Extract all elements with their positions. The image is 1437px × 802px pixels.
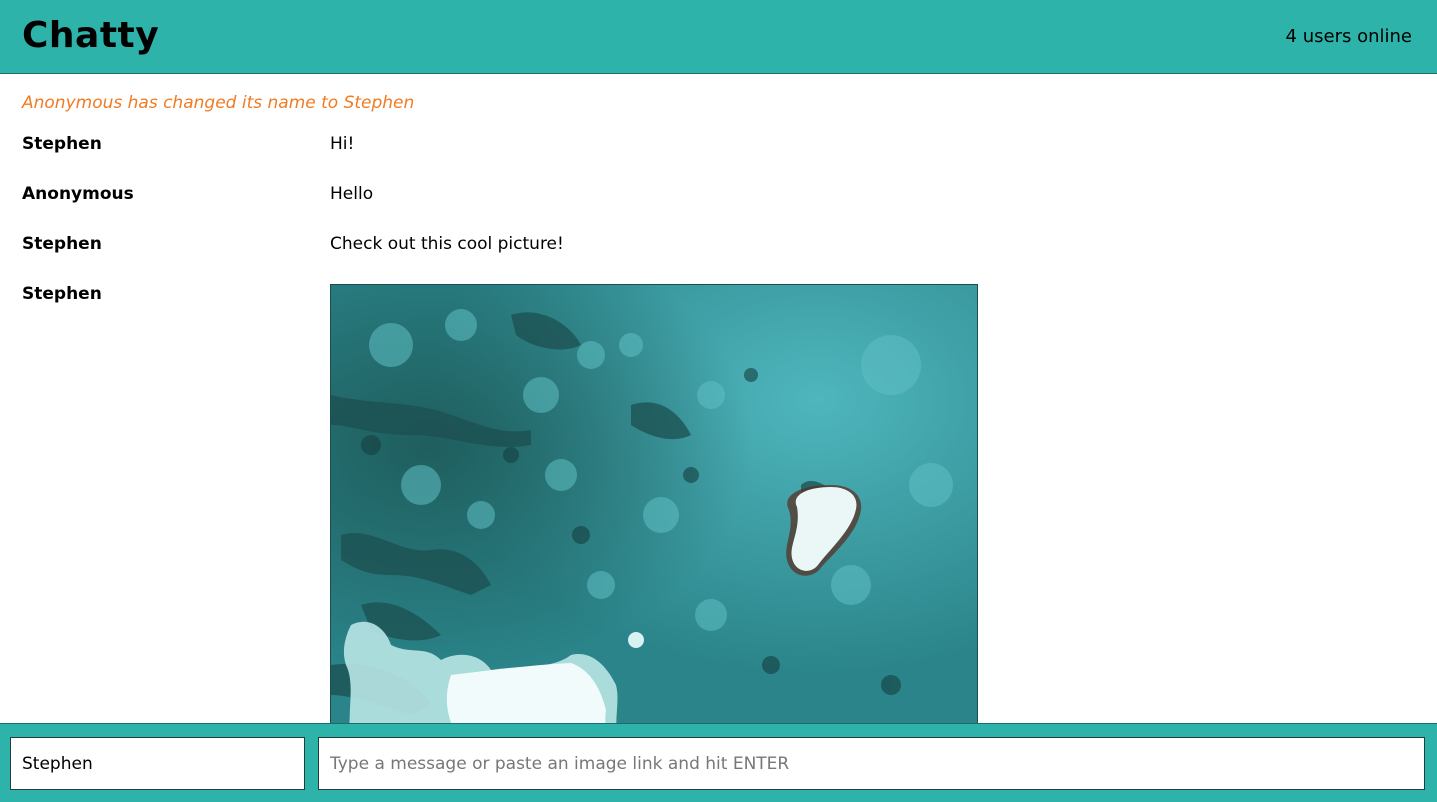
message-username: Stephen <box>22 134 102 154</box>
satellite-sea-ice-image <box>331 285 977 723</box>
message-input[interactable] <box>318 737 1425 790</box>
message-list[interactable]: Anonymous has changed its name to Stephe… <box>0 75 1437 723</box>
message-username: Stephen <box>22 234 102 254</box>
message-username: Anonymous <box>22 184 134 204</box>
chat-bar <box>0 723 1437 802</box>
brand-logo[interactable]: Chatty <box>22 12 159 60</box>
system-notification: Anonymous has changed its name to Stephe… <box>22 93 415 113</box>
message-image[interactable] <box>330 284 978 723</box>
message-content: Hello <box>330 184 374 204</box>
message-content: Hi! <box>330 134 355 154</box>
message-username: Stephen <box>22 284 102 304</box>
users-online-count: 4 users online <box>1285 26 1412 47</box>
username-input[interactable] <box>10 737 305 790</box>
message-content: Check out this cool picture! <box>330 234 564 254</box>
navbar: Chatty 4 users online <box>0 0 1437 74</box>
